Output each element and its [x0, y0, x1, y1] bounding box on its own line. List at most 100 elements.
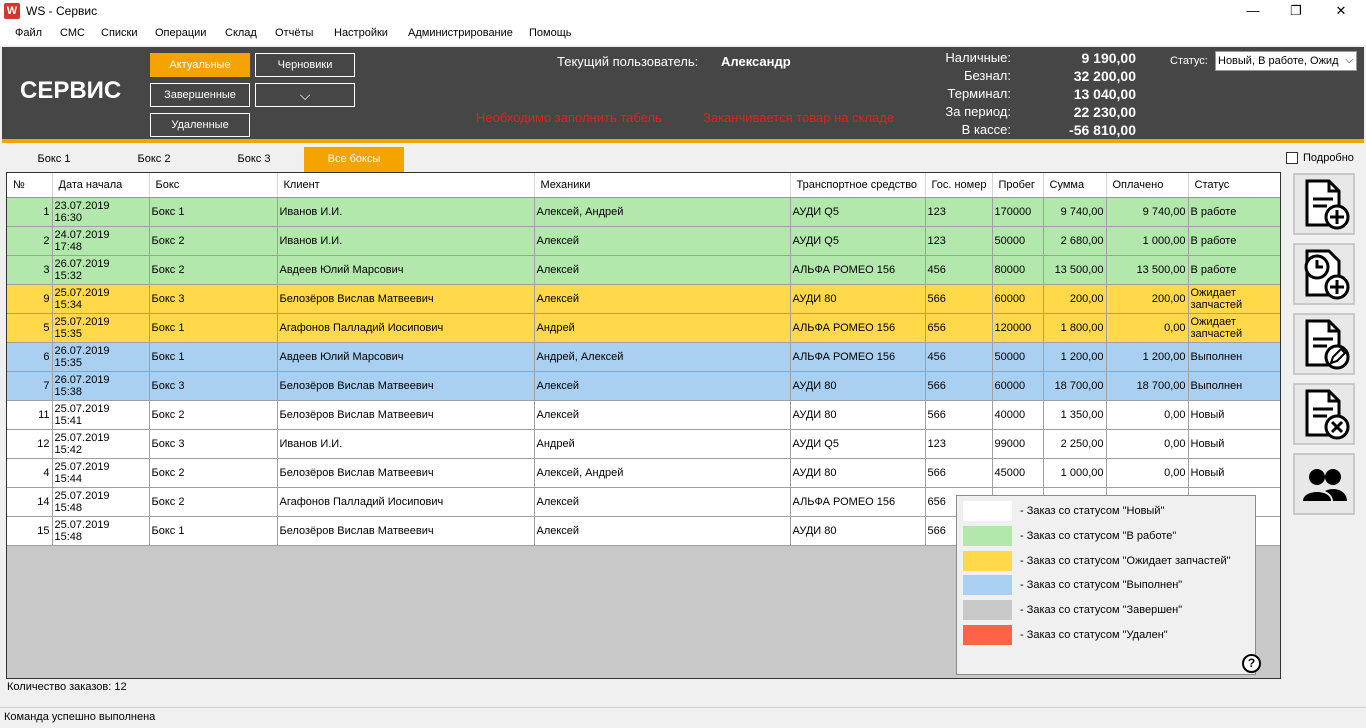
column-header-vehicle[interactable]: Транспортное средство: [790, 173, 926, 198]
cell-client: Авдеев Юлий Марсович: [277, 255, 535, 285]
menu-lists[interactable]: Списки: [101, 27, 138, 39]
total-period-value: 22 230,00: [1073, 104, 1136, 120]
cell-sum: 9 740,00: [1043, 197, 1107, 227]
cell-plate: 456: [925, 342, 993, 372]
detail-checkbox-label[interactable]: Подробно: [1303, 152, 1354, 164]
table-body: 1 23.07.2019 16:30 Бокс 1 Иванов И.И. Алексе…: [7, 197, 1280, 546]
total-period-label: За период:: [945, 104, 1011, 119]
tab-box-2[interactable]: Бокс 2: [104, 147, 204, 172]
status-filter-select[interactable]: Новый, В работе, Ожид ⌵: [1215, 51, 1357, 71]
legend-item-completed: - Заказ со статусом "Завершен": [963, 600, 1253, 620]
menu-reports[interactable]: Отчёты: [275, 27, 313, 39]
cell-client: Авдеев Юлий Марсович: [277, 342, 535, 372]
status-filter-value: Новый, В работе, Ожид: [1218, 55, 1339, 67]
cell-paid: 0,00: [1106, 429, 1189, 459]
tab-all-boxes[interactable]: Все боксы: [304, 147, 404, 172]
cell-sum: 1 800,00: [1043, 313, 1107, 343]
table-row[interactable]: 3 26.07.2019 15:32 Бокс 2 Авдеев Юлий Марсо…: [7, 255, 1280, 285]
new-order-icon: [1305, 179, 1350, 230]
column-header-plate[interactable]: Гос. номер: [925, 173, 993, 198]
delete-order-button[interactable]: [1293, 383, 1355, 445]
total-cashless-value: 32 200,00: [1073, 68, 1136, 84]
cell-plate: 656: [925, 313, 993, 343]
cell-box: Бокс 2: [149, 458, 278, 488]
cell-plate: 123: [925, 429, 993, 459]
menu-administration[interactable]: Администрирование: [408, 27, 513, 39]
cell-box: Бокс 1: [149, 313, 278, 343]
menu-sms[interactable]: СМС: [60, 27, 85, 39]
header-panel: СЕРВИС Актуальные Черновики Завершенные …: [2, 47, 1364, 143]
cell-number: 3: [7, 255, 53, 285]
table-row[interactable]: 7 26.07.2019 15:38 Бокс 3 Белозёров Вислав …: [7, 371, 1280, 401]
tab-box-3[interactable]: Бокс 3: [204, 147, 304, 172]
cell-mechanics: Андрей, Алексей: [534, 342, 791, 372]
menu-settings[interactable]: Настройки: [334, 27, 388, 39]
edit-order-button[interactable]: [1293, 313, 1355, 375]
table-row[interactable]: 2 24.07.2019 17:48 Бокс 2 Иванов И.И. Алексе…: [7, 226, 1280, 256]
tab-box-1[interactable]: Бокс 1: [4, 147, 104, 172]
table-row[interactable]: 9 25.07.2019 15:34 Бокс 3 Белозёров Вислав …: [7, 284, 1280, 314]
column-header-sum[interactable]: Сумма: [1043, 173, 1107, 198]
cell-box: Бокс 3: [149, 284, 278, 314]
column-header-mileage[interactable]: Пробег: [992, 173, 1044, 198]
minimize-icon[interactable]: —: [1230, 0, 1276, 23]
help-icon[interactable]: ?: [1242, 654, 1261, 673]
clients-button[interactable]: [1293, 453, 1355, 515]
cell-start-date: 24.07.2019 17:48: [52, 226, 150, 256]
table-row[interactable]: 1 23.07.2019 16:30 Бокс 1 Иванов И.И. Алексе…: [7, 197, 1280, 227]
table-row[interactable]: 6 26.07.2019 15:35 Бокс 1 Авдеев Юлий Марсо…: [7, 342, 1280, 372]
column-header-client[interactable]: Клиент: [277, 173, 535, 198]
menu-file[interactable]: Файл: [15, 27, 42, 39]
status-bar: [0, 707, 1366, 728]
filter-completed-button[interactable]: Завершенные: [150, 83, 250, 107]
table-row[interactable]: 11 25.07.2019 15:41 Бокс 2 Белозёров Вислав…: [7, 400, 1280, 430]
total-terminal-label: Терминал:: [947, 86, 1011, 101]
cell-vehicle: АЛЬФА РОМЕО 156: [790, 313, 926, 343]
cell-box: Бокс 1: [149, 197, 278, 227]
filter-more-dropdown[interactable]: ⌵: [255, 83, 355, 107]
cell-vehicle: АЛЬФА РОМЕО 156: [790, 255, 926, 285]
table-row[interactable]: 5 25.07.2019 15:35 Бокс 1 Агафонов Палладий…: [7, 313, 1280, 343]
column-header-paid[interactable]: Оплачено: [1106, 173, 1189, 198]
title-bar: [0, 0, 1366, 23]
current-user-label: Текущий пользователь:: [557, 54, 699, 69]
column-header-start-date[interactable]: Дата начала: [52, 173, 150, 198]
menu-operations[interactable]: Операции: [155, 27, 206, 39]
maximize-icon[interactable]: ❐: [1273, 0, 1319, 23]
column-header-status[interactable]: Статус: [1188, 173, 1280, 198]
filter-actual-button[interactable]: Актуальные: [150, 53, 250, 77]
cell-paid: 0,00: [1106, 313, 1189, 343]
scheduled-order-button[interactable]: [1293, 243, 1355, 305]
cell-client: Белозёров Вислав Матвеевич: [277, 400, 535, 430]
cell-box: Бокс 3: [149, 371, 278, 401]
legend-label: - Заказ со статусом "Ожидает запчастей": [1020, 555, 1231, 567]
table-row[interactable]: 4 25.07.2019 15:44 Бокс 2 Белозёров Вислав …: [7, 458, 1280, 488]
cell-mileage: 40000: [992, 400, 1044, 430]
cell-status: Ожидает запчастей: [1188, 313, 1280, 343]
warning-low-stock[interactable]: Заканчивается товар на складе: [703, 110, 894, 125]
menu-warehouse[interactable]: Склад: [225, 27, 257, 39]
cell-mileage: 60000: [992, 284, 1044, 314]
warning-timesheet[interactable]: Необходимо заполнить табель: [476, 110, 662, 125]
cell-plate: 566: [925, 458, 993, 488]
menu-help[interactable]: Помощь: [529, 27, 572, 39]
cell-mechanics: Алексей: [534, 284, 791, 314]
filter-deleted-button[interactable]: Удаленные: [150, 113, 250, 137]
column-header-number[interactable]: №: [7, 173, 53, 198]
cell-paid: 0,00: [1106, 458, 1189, 488]
total-register-label: В кассе:: [961, 122, 1011, 137]
new-order-button[interactable]: [1293, 173, 1355, 235]
cell-number: 15: [7, 516, 53, 546]
column-header-mechanics[interactable]: Механики: [534, 173, 791, 198]
cell-client: Иванов И.И.: [277, 429, 535, 459]
column-header-box[interactable]: Бокс: [149, 173, 278, 198]
cell-start-date: 25.07.2019 15:41: [52, 400, 150, 430]
cell-vehicle: АУДИ Q5: [790, 197, 926, 227]
legend-label: - Заказ со статусом "Завершен": [1020, 604, 1183, 616]
table-row[interactable]: 12 25.07.2019 15:42 Бокс 3 Иванов И.И. Андре…: [7, 429, 1280, 459]
detail-checkbox[interactable]: [1286, 152, 1298, 164]
table-header-row: № Дата начала Бокс Клиент Механики Транспортн…: [7, 173, 1280, 198]
filter-drafts-button[interactable]: Черновики: [255, 53, 355, 77]
scheduled-order-icon: [1304, 249, 1350, 300]
close-icon[interactable]: ✕: [1318, 0, 1364, 23]
